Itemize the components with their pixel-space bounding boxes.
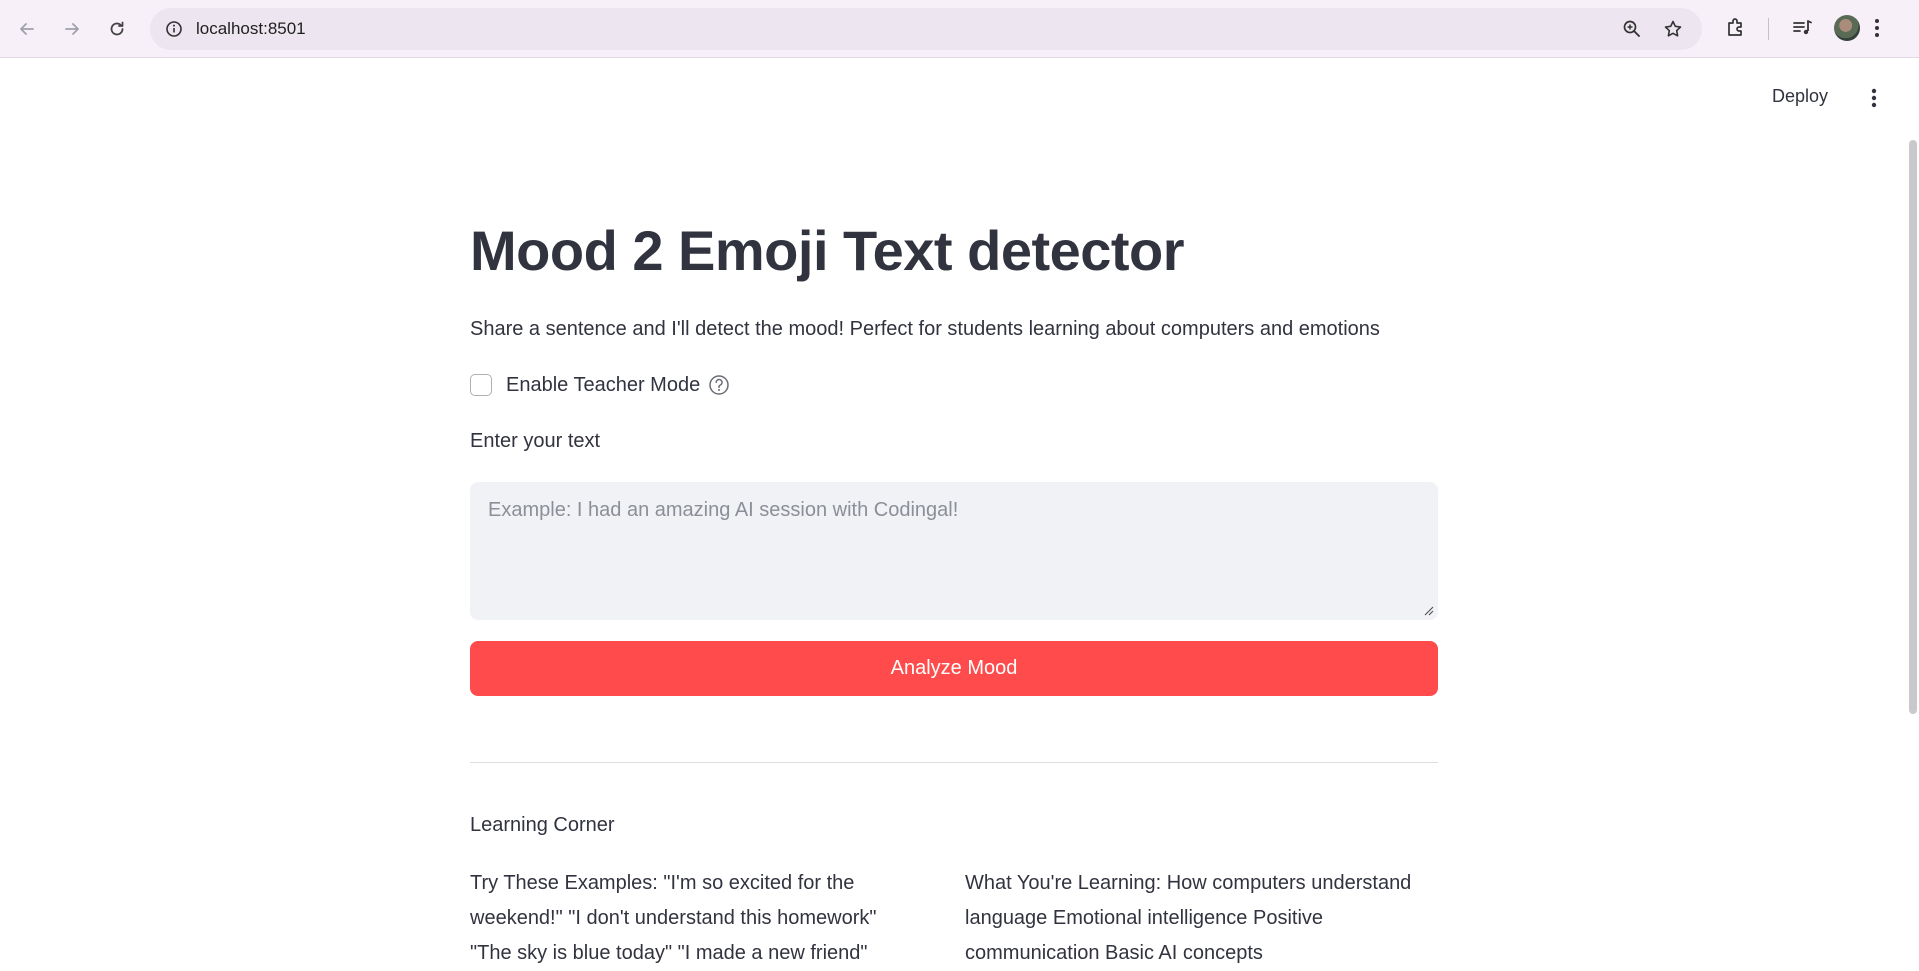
zoom-icon[interactable] (1620, 17, 1644, 41)
resize-handle-icon[interactable] (1424, 606, 1434, 616)
examples-text: Try These Examples: "I'm so excited for … (470, 872, 877, 964)
address-bar[interactable]: localhost:8501 (150, 8, 1702, 50)
browser-toolbar: localhost:8501 (0, 0, 1919, 58)
page-title: Mood 2 Emoji Text detector (470, 219, 1185, 282)
toolbar-divider (1768, 18, 1769, 40)
site-info-icon[interactable] (162, 17, 186, 41)
media-control-icon[interactable] (1787, 13, 1817, 43)
page-subtitle: Share a sentence and I'll detect the moo… (470, 318, 1380, 340)
reload-icon[interactable] (100, 12, 134, 46)
text-input-label: Enter your text (470, 430, 601, 452)
profile-avatar[interactable] (1834, 15, 1860, 41)
deploy-button[interactable]: Deploy (1772, 86, 1828, 107)
forward-arrow-icon[interactable] (55, 12, 89, 46)
back-arrow-icon[interactable] (10, 12, 44, 46)
star-icon[interactable] (1661, 17, 1685, 41)
text-input-container (470, 482, 1438, 620)
teacher-mode-toggle[interactable]: Enable Teacher Mode (470, 371, 732, 399)
teacher-mode-checkbox[interactable] (470, 374, 492, 396)
learning-corner-heading: Learning Corner (470, 814, 615, 836)
teacher-mode-label[interactable]: Enable Teacher Mode (506, 374, 700, 397)
section-divider (470, 762, 1438, 763)
url-text[interactable]: localhost:8501 (196, 19, 306, 39)
app-menu-icon[interactable] (1862, 86, 1886, 110)
vertical-dots-icon[interactable] (1862, 13, 1892, 43)
page-scrollbar[interactable] (1909, 140, 1917, 714)
learning-text: What You're Learning: How computers unde… (965, 872, 1412, 964)
puzzle-icon[interactable] (1721, 13, 1751, 43)
analyze-mood-button[interactable]: Analyze Mood (470, 641, 1438, 696)
text-input[interactable] (470, 482, 1438, 620)
question-icon[interactable] (708, 373, 732, 397)
